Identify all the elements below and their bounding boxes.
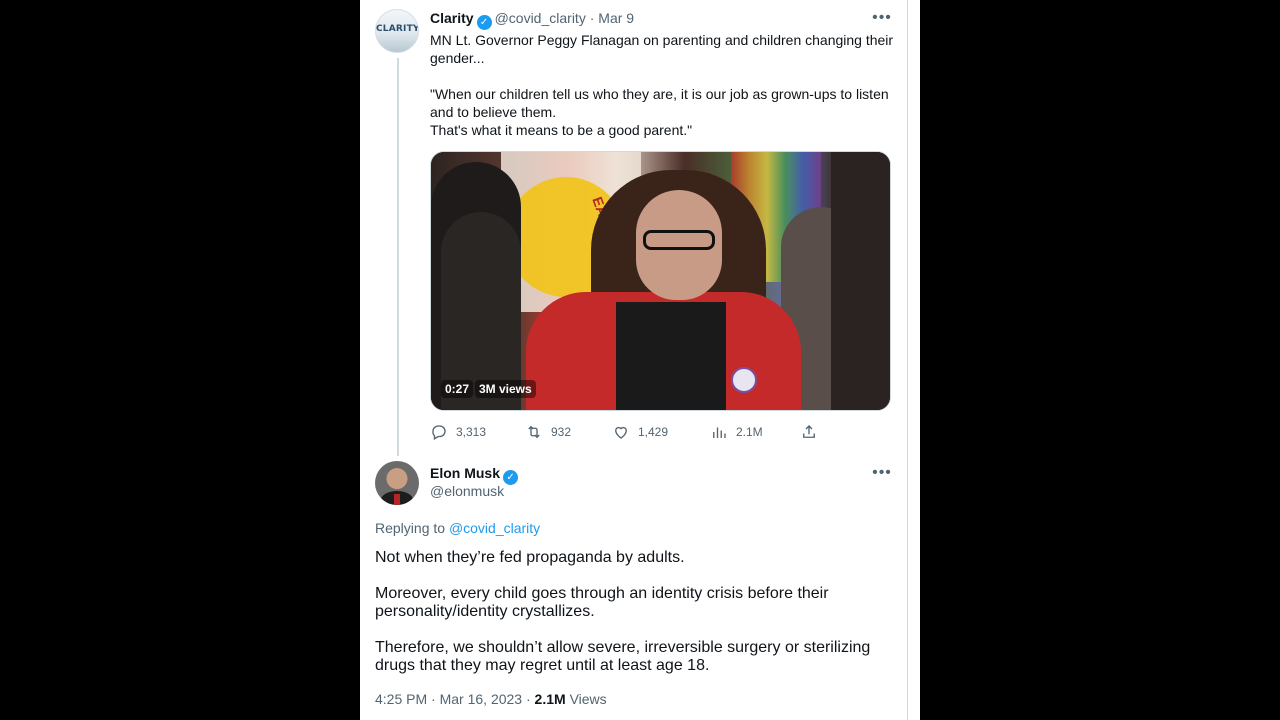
replying-to: Replying to @covid_clarity <box>375 520 540 536</box>
thread-connector-line <box>397 58 399 456</box>
tweet2-paragraph: Moreover, every child goes through an id… <box>375 585 829 620</box>
replying-prefix: Replying to <box>375 520 446 536</box>
verified-badge-icon: ✓ <box>503 470 519 485</box>
speaker-badge <box>731 367 757 393</box>
speaker-shirt <box>616 302 726 410</box>
clarity-logo-text: CLARITY <box>376 24 419 34</box>
speaker-glasses <box>643 230 715 250</box>
tweet1-date[interactable]: Mar 9 <box>598 10 634 26</box>
column-border <box>907 0 908 720</box>
tweet1-line: MN Lt. Governor Peggy Flanagan on parent… <box>430 32 894 66</box>
views-chart-icon <box>713 427 726 438</box>
avatar-tie <box>394 494 400 505</box>
retweet-button[interactable]: 932 <box>525 422 571 442</box>
reply-count: 3,313 <box>456 425 487 439</box>
like-button[interactable]: 1,429 <box>612 422 668 442</box>
views-count: 2.1M <box>736 425 763 439</box>
retweet-count: 932 <box>551 425 572 439</box>
tweet1-more-icon[interactable]: ••• <box>872 9 892 29</box>
tweet2-author-line: Elon Musk ✓ <box>430 465 521 485</box>
background-person <box>831 152 890 410</box>
video-views: 3M views <box>475 380 536 398</box>
tweet2-author-name[interactable]: Elon Musk <box>430 465 500 481</box>
clarity-avatar[interactable]: CLARITY <box>375 9 419 53</box>
views-button[interactable]: 2.1M <box>710 422 763 442</box>
tweet2-more-icon[interactable]: ••• <box>872 464 892 484</box>
heart-icon <box>615 426 627 439</box>
tweet2-separator: · <box>525 691 531 707</box>
tweet2-paragraph: Not when they’re fed propaganda by adult… <box>375 549 685 566</box>
tweet1-line: "When our children tell us who they are,… <box>430 86 889 120</box>
tweet1-video[interactable]: EARTH 0:27 3M views <box>430 151 891 411</box>
retweet-icon <box>528 425 540 439</box>
tweet2-time[interactable]: 4:25 PM <box>375 691 427 707</box>
reply-icon <box>432 425 446 440</box>
tweet2-views-label: Views <box>569 691 607 707</box>
tweet-thread: CLARITY Clarity ✓ @covid_clarity · Mar 9 •… <box>360 0 920 720</box>
reply-button[interactable]: 3,313 <box>430 422 486 442</box>
replying-to-link[interactable]: @covid_clarity <box>449 520 540 536</box>
like-count: 1,429 <box>638 425 669 439</box>
tweet2-date[interactable]: Mar 16, 2023 <box>440 691 523 707</box>
video-duration: 0:27 <box>441 380 474 398</box>
tweet2-separator: · <box>431 691 436 707</box>
tweet1-text: MN Lt. Governor Peggy Flanagan on parent… <box>430 31 900 139</box>
tweet2-handle[interactable]: @elonmusk <box>430 483 504 499</box>
tweet1-author-name[interactable]: Clarity <box>430 10 474 26</box>
tweet1-line: That's what it means to be a good parent… <box>430 122 693 138</box>
share-button[interactable] <box>800 422 818 442</box>
tweet1-header: Clarity ✓ @covid_clarity · Mar 9 <box>430 10 634 30</box>
tweet1-line <box>430 67 900 85</box>
tweet2-metadata: 4:25 PM · Mar 16, 2023 · 2.1M Views <box>375 691 607 707</box>
tweet2-views-count: 2.1M <box>534 691 566 707</box>
verified-badge-icon: ✓ <box>476 15 492 30</box>
tweet2-text: Not when they’re fed propaganda by adult… <box>375 549 895 693</box>
tweet2-paragraph: Therefore, we shouldn’t allow severe, ir… <box>375 639 871 674</box>
share-icon <box>803 425 815 438</box>
tweet1-handle[interactable]: @covid_clarity <box>495 10 586 26</box>
tweet1-separator: · <box>589 10 595 26</box>
elonmusk-avatar[interactable] <box>375 461 419 505</box>
